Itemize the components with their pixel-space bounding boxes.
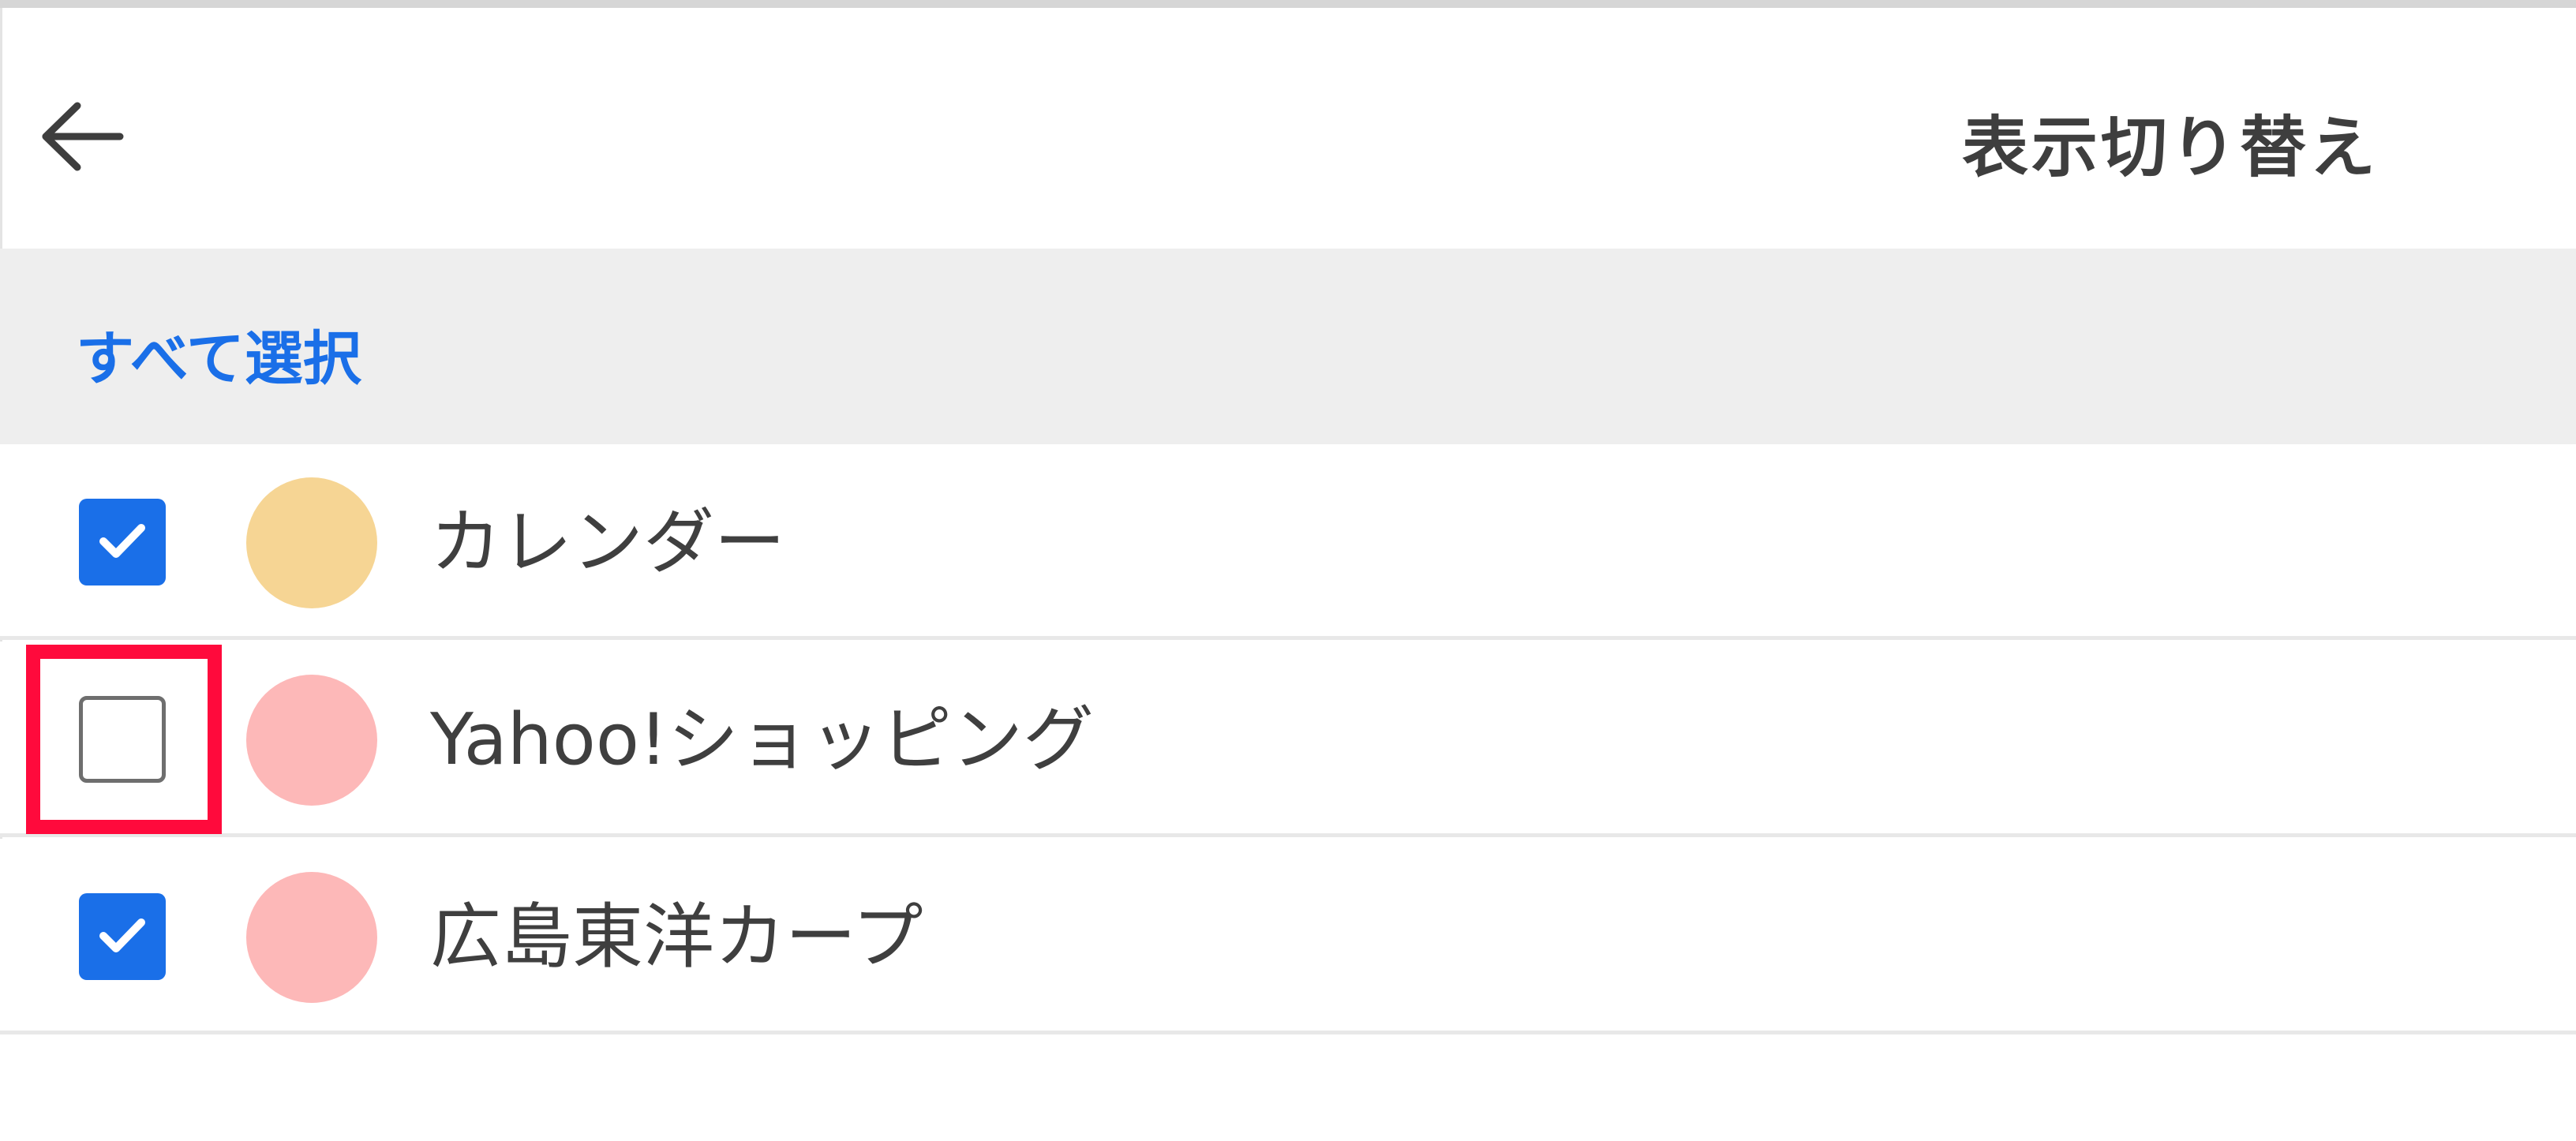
hiroshima-carp-label: 広島東洋カープ (430, 896, 923, 978)
screen: 表示切り替え すべて選択 カレンダー Yahoo!ショッピング 広島東洋カープ (0, 0, 2576, 1141)
hiroshima-carp-color-dot (246, 872, 377, 1003)
yahoo-shopping-color-dot (246, 675, 377, 806)
top-divider (0, 0, 2576, 8)
calendar-label: カレンダー (430, 501, 785, 584)
select-all-bar: すべて選択 (0, 249, 2576, 444)
page-title: 表示切り替え (1961, 109, 2379, 186)
select-all-link[interactable]: すべて選択 (76, 312, 361, 396)
hiroshima-carp-checkbox[interactable] (79, 893, 166, 980)
yahoo-shopping-checkbox[interactable] (79, 696, 166, 783)
calendar-color-dot (246, 477, 377, 608)
header: 表示切り替え (0, 8, 2576, 249)
checkmark-icon (97, 521, 148, 563)
list-item-calendar[interactable]: カレンダー (0, 444, 2576, 640)
list-item-hiroshima-carp[interactable]: 広島東洋カープ (0, 839, 2576, 1034)
back-arrow-icon (39, 101, 126, 175)
back-button[interactable] (32, 87, 134, 189)
yahoo-shopping-label: Yahoo!ショッピング (430, 698, 1094, 781)
calendar-checkbox[interactable] (79, 499, 166, 585)
checkmark-icon (97, 915, 148, 958)
list-item-yahoo-shopping[interactable]: Yahoo!ショッピング (0, 642, 2576, 837)
